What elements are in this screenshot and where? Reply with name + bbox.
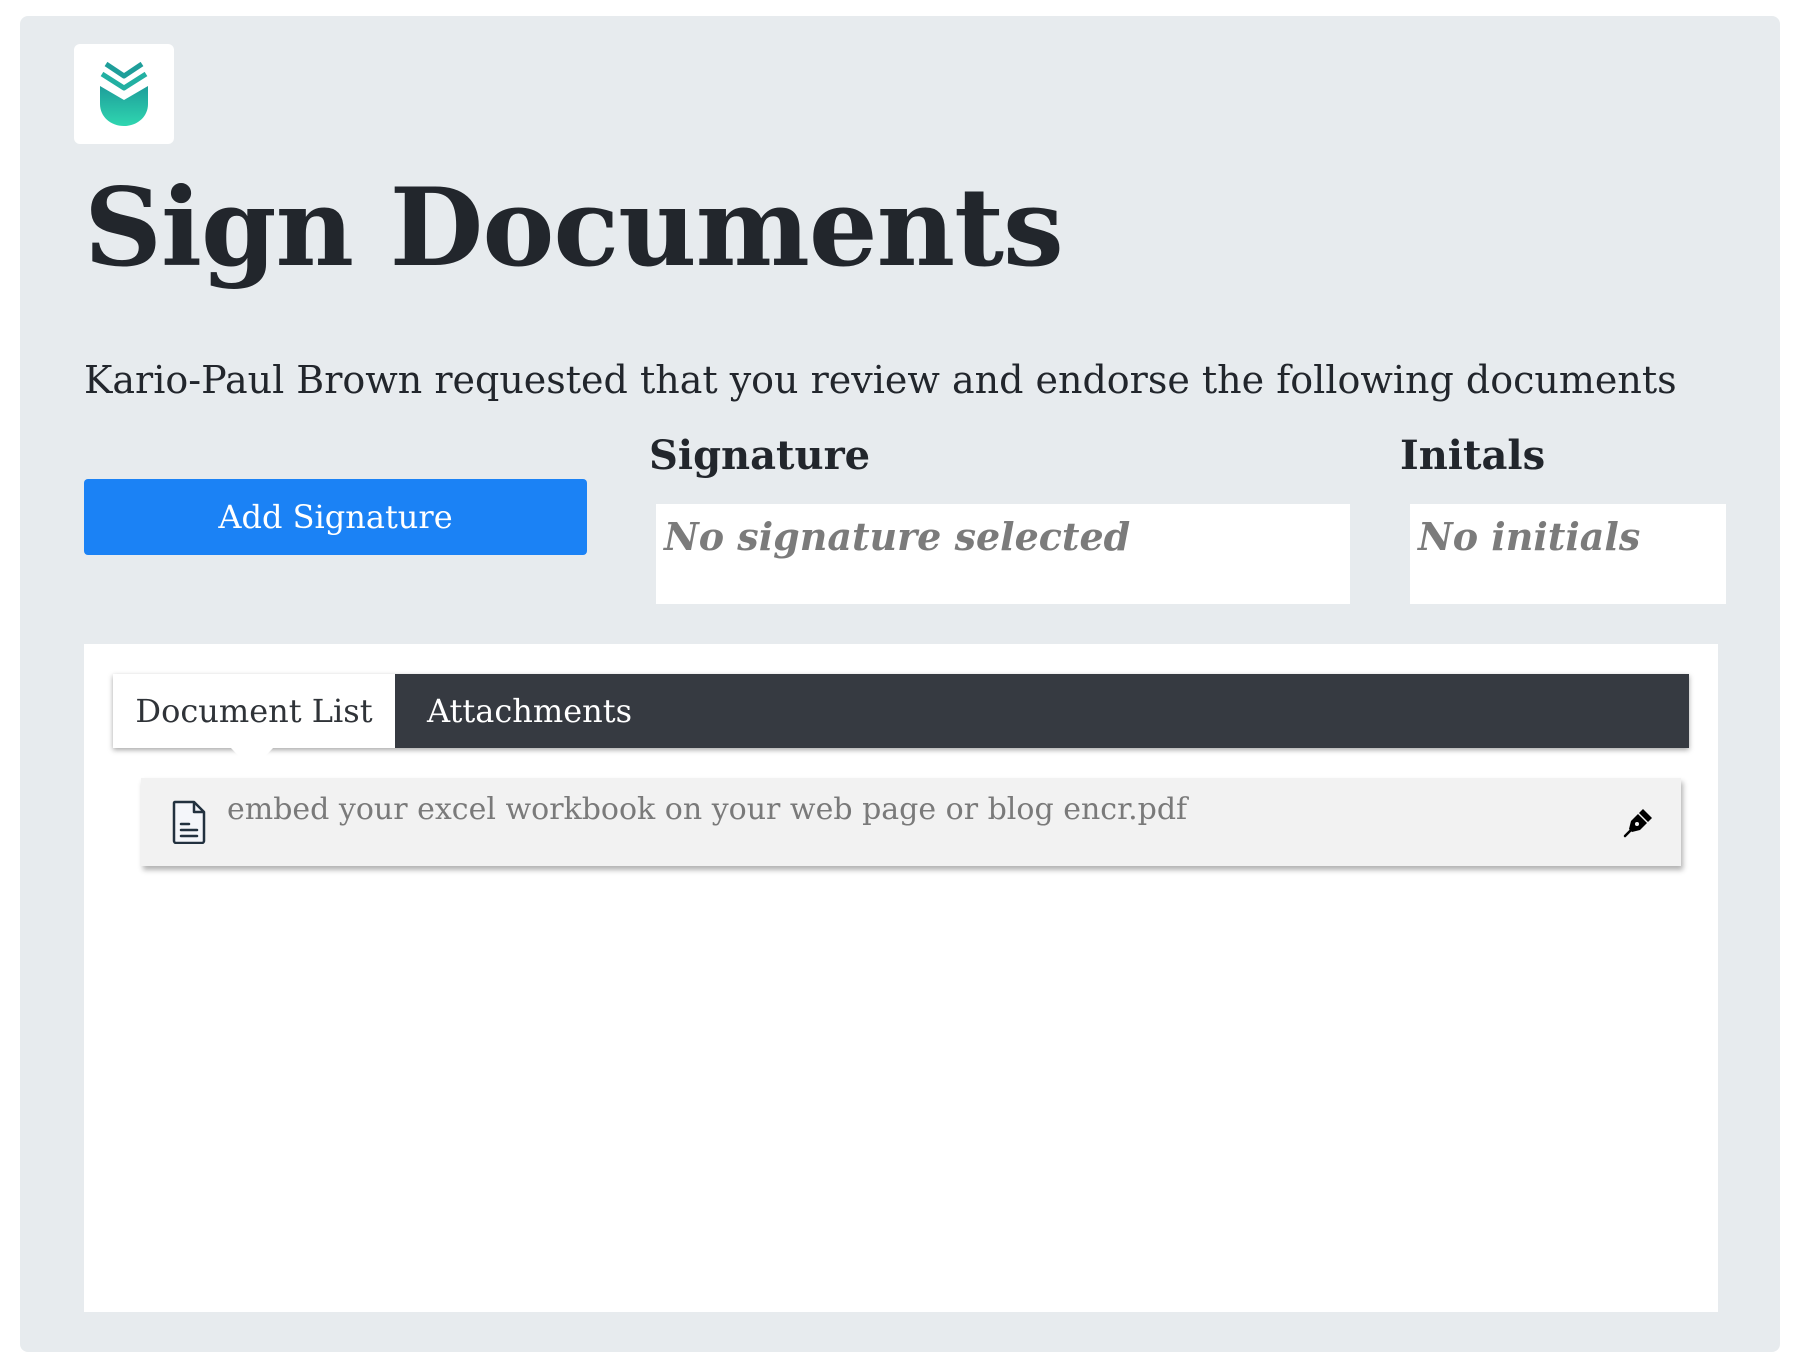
document-name: embed your excel workbook on your web pa… [227, 792, 1188, 827]
leaf-shield-logo-icon [100, 61, 148, 126]
page-title: Sign Documents [84, 165, 1064, 291]
add-signature-button[interactable]: Add Signature [84, 479, 587, 555]
signature-label: Signature [649, 432, 871, 479]
initials-placeholder: No initials [1418, 514, 1641, 559]
documents-card: Document List Attachments embed your exc… [84, 644, 1718, 1312]
tab-document-list[interactable]: Document List [113, 674, 395, 770]
page-subtitle: Kario-Paul Brown requested that you revi… [84, 358, 1677, 402]
logo [74, 44, 174, 144]
tab-attachments[interactable]: Attachments [395, 674, 632, 748]
tab-bar: Document List Attachments [113, 674, 1689, 770]
initials-label: Initals [1400, 432, 1546, 479]
signature-preview-box[interactable]: No signature selected [656, 504, 1350, 604]
signature-placeholder: No signature selected [664, 514, 1131, 559]
document-list-item[interactable]: embed your excel workbook on your web pa… [141, 778, 1681, 866]
pen-nib-icon[interactable] [1623, 806, 1655, 838]
initials-preview-box[interactable]: No initials [1410, 504, 1726, 604]
main-panel: Sign Documents Kario-Paul Brown requeste… [20, 16, 1780, 1352]
file-text-icon [172, 800, 206, 844]
